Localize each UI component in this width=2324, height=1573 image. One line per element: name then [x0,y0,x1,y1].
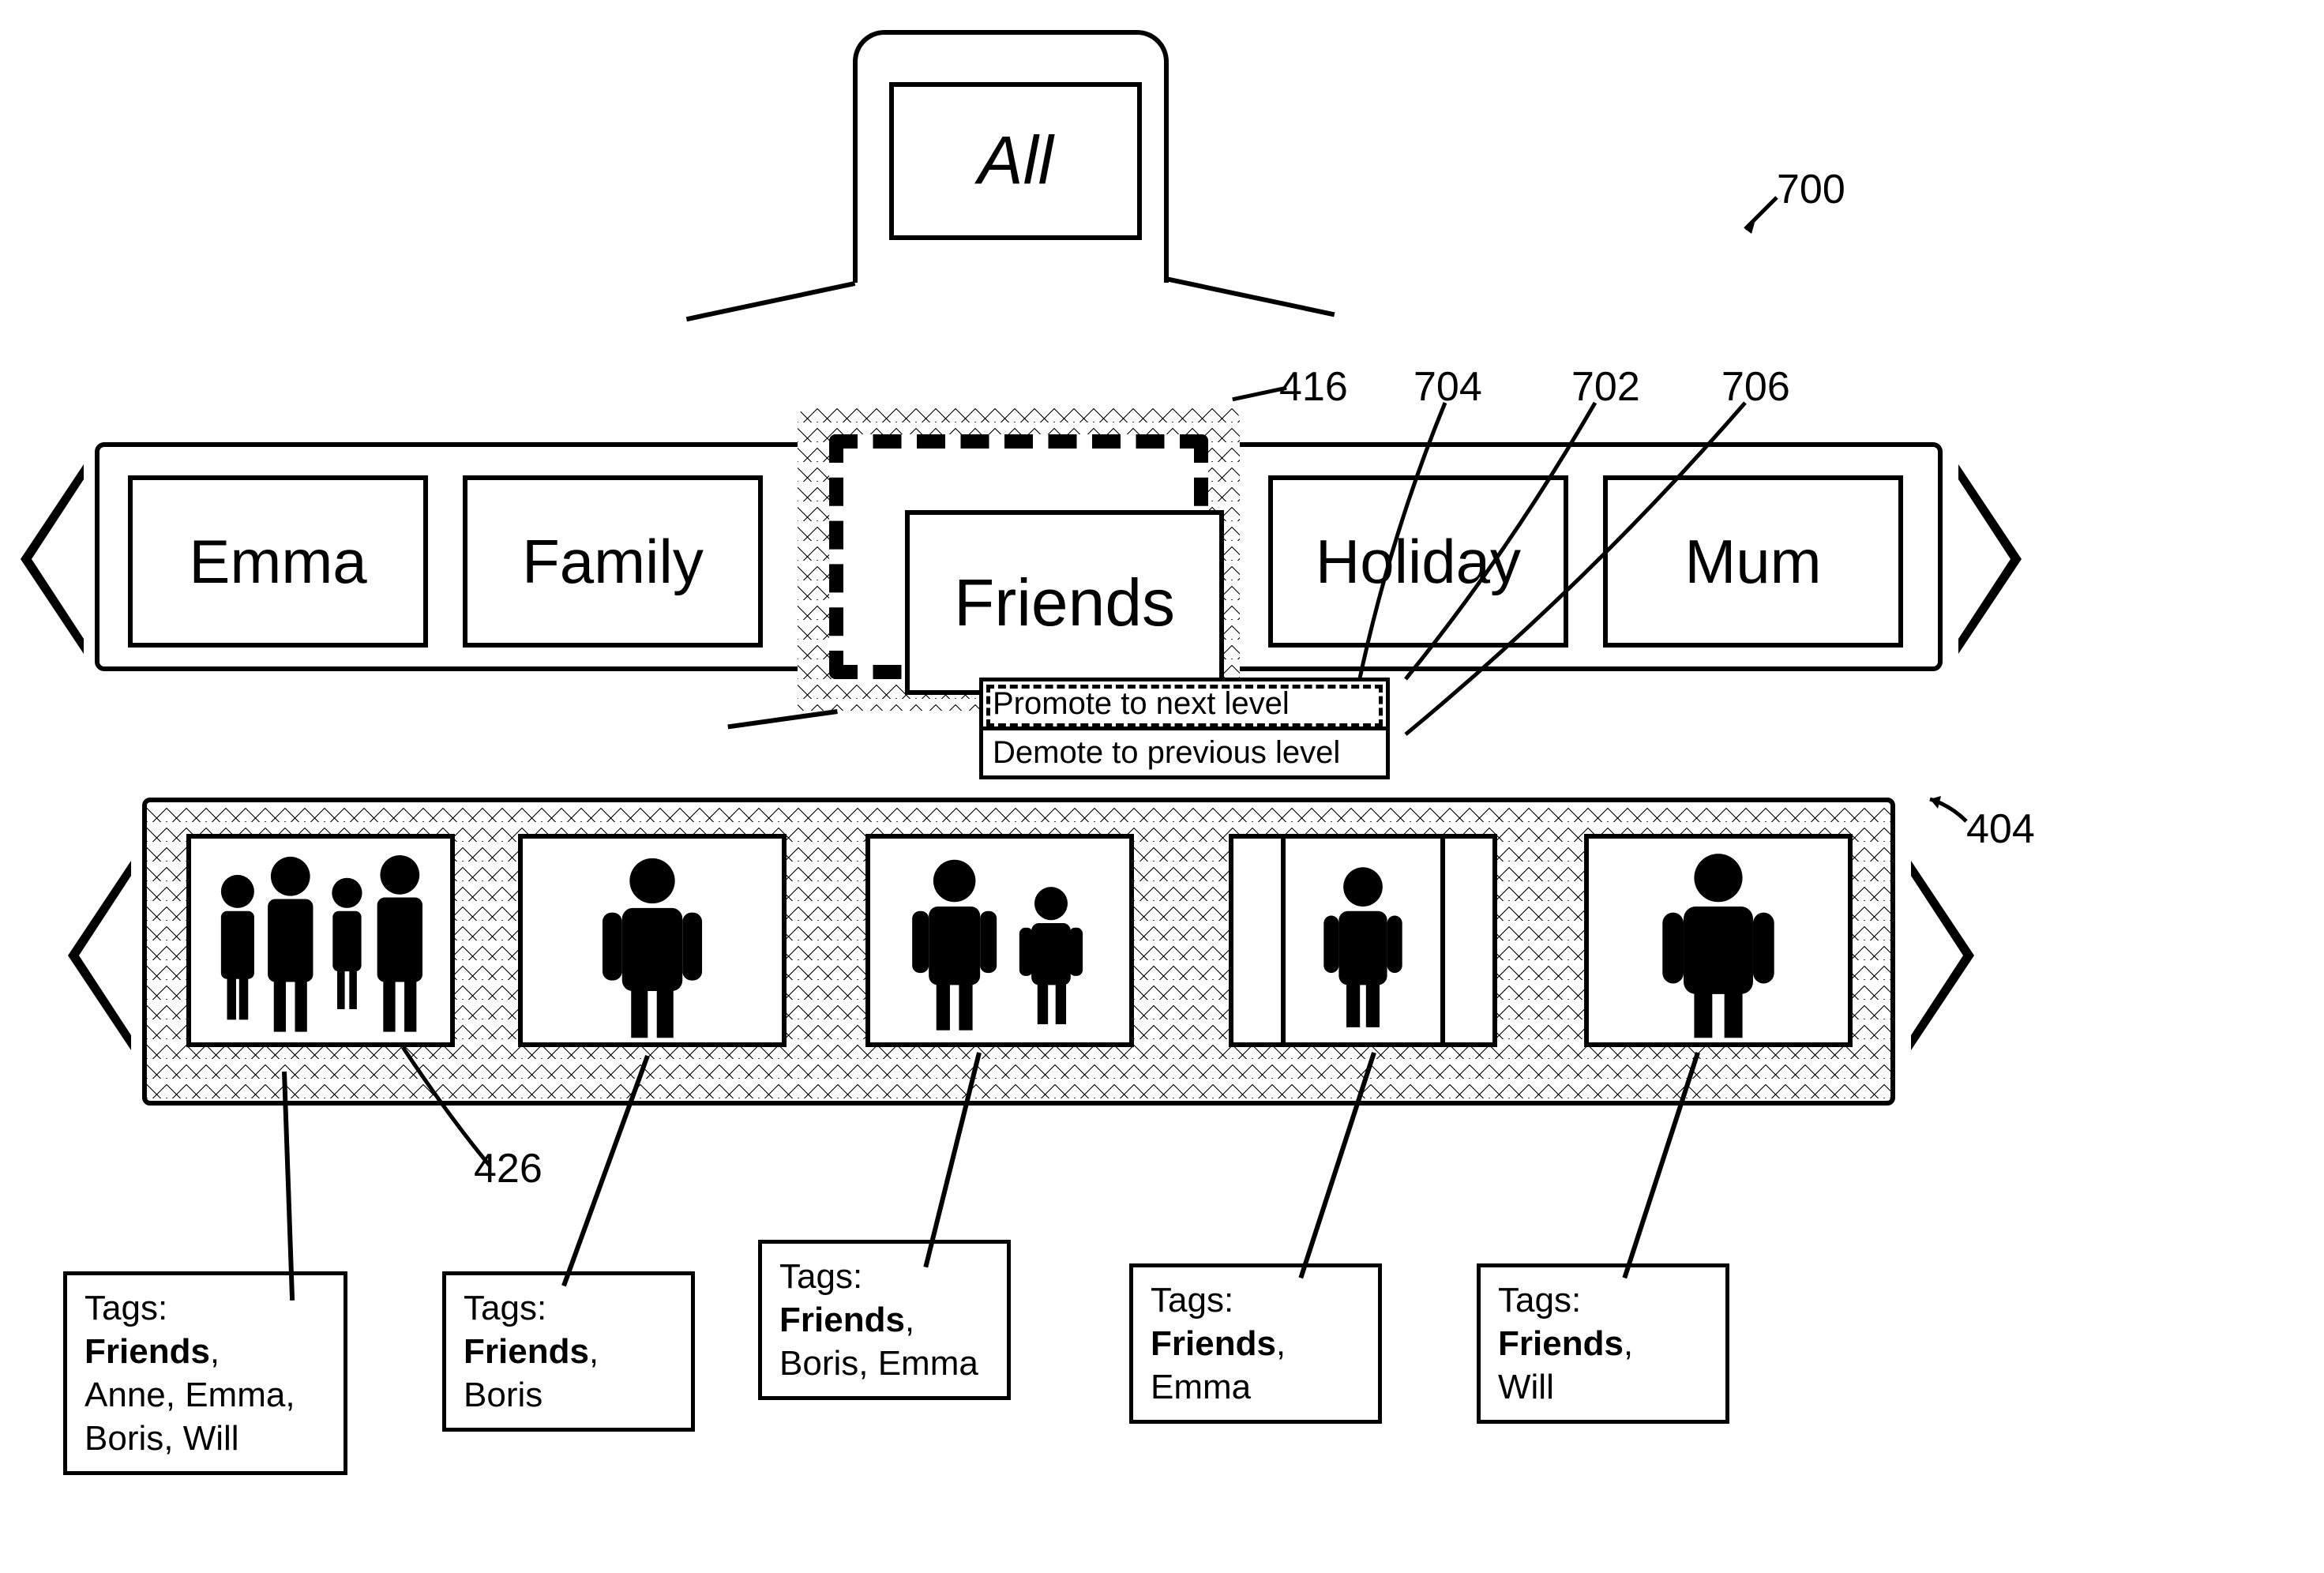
thumbnail-item[interactable] [186,834,455,1047]
leader-curve [395,1039,505,1173]
category-label: Emma [189,526,366,598]
tag-rest: Anne, Emma, Boris, Will [84,1376,295,1458]
person-icon [523,839,782,1042]
category-friends[interactable]: Friends [905,510,1224,695]
ref-arrow-icon [1737,190,1785,237]
category-family[interactable]: Family [463,475,763,648]
context-menu-promote[interactable]: Promote to next level [983,681,1386,730]
tag-rest: Emma [1151,1368,1251,1406]
category-selected-highlight: Friends [829,434,1208,679]
tag-rest: Boris, Emma [779,1344,978,1383]
parent-category-tab[interactable]: All [853,30,1169,283]
tags-label: Tags: [779,1255,989,1298]
thumbnail-scroll-left-icon[interactable] [68,861,131,1050]
thumbnail-item[interactable] [1584,834,1853,1047]
people-group-icon [191,839,450,1042]
leader-line [282,1072,295,1301]
tag-bold: Friends [464,1332,589,1371]
tag-bold: Friends [1151,1324,1276,1363]
category-emma[interactable]: Emma [128,475,428,648]
person-icon [1233,839,1492,1042]
context-menu: Promote to next level Demote to previous… [979,678,1390,779]
context-menu-item-label: Promote to next level [993,686,1290,721]
tag-bold: Friends [1498,1324,1624,1363]
connector-line [1166,276,1335,317]
parent-category-box: All [889,82,1142,240]
context-menu-demote[interactable]: Demote to previous level [983,730,1386,775]
tags-label: Tags: [464,1286,674,1330]
two-people-icon [870,839,1129,1042]
tag-bold: Friends [84,1332,210,1371]
thumbnail-item[interactable] [518,834,787,1047]
tag-rest: Boris [464,1376,543,1414]
category-row-left: Emma Family [95,442,798,671]
ref-label: 700 [1777,166,1845,213]
tag-rest: Will [1498,1368,1554,1406]
leader-curve [1398,395,1769,742]
divider [1440,839,1445,1042]
thumbnail-item[interactable] [1229,834,1497,1047]
ref-arrow-icon [1919,790,1974,837]
context-menu-item-label: Demote to previous level [993,735,1340,770]
parent-category-label: All [894,122,1137,201]
category-scroll-left-icon[interactable] [21,464,84,654]
tag-callout: Tags: Friends, Emma [1129,1263,1382,1424]
tag-bold: Friends [779,1301,905,1339]
divider [1281,839,1286,1042]
tags-label: Tags: [1498,1278,1708,1322]
category-label: Family [522,526,704,598]
thumbnail-scroll-right-icon[interactable] [1911,861,1974,1050]
person-icon [1589,839,1848,1042]
ref-label: 416 [1279,363,1348,411]
tags-label: Tags: [1151,1278,1361,1322]
category-selected-wrap: Friends [798,403,1240,711]
ref-label: 404 [1966,805,2035,853]
category-scroll-right-icon[interactable] [1958,464,2022,654]
tag-callout: Tags: Friends, Anne, Emma, Boris, Will [63,1271,347,1475]
tag-callout: Tags: Friends, Boris [442,1271,695,1432]
category-label: Friends [954,565,1175,641]
tag-callout: Tags: Friends, Will [1477,1263,1729,1424]
tag-callout: Tags: Friends, Boris, Emma [758,1240,1011,1400]
connector-line [686,281,855,321]
connector-line [727,709,837,729]
thumbnail-item[interactable] [865,834,1134,1047]
